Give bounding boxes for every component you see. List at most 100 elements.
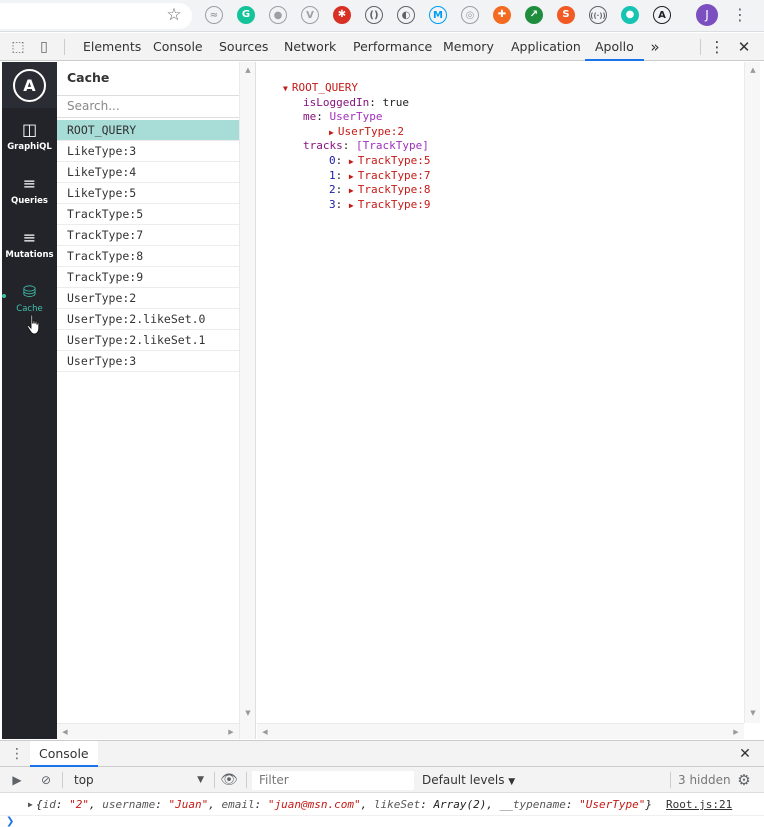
devtools-menu-icon[interactable]: ⋮ [708, 37, 726, 57]
drawer-menu-icon[interactable]: ⋮ [8, 745, 26, 763]
hidden-messages-count: 3 hidden [678, 773, 731, 787]
ext-s-icon[interactable]: S [557, 6, 575, 24]
close-devtools-icon[interactable]: ✕ [735, 37, 753, 57]
clear-console-icon[interactable]: ⊘ [37, 771, 55, 789]
scroll-up-icon[interactable]: ▲ [745, 64, 761, 76]
cache-list-item[interactable]: UserType:2 [57, 288, 239, 309]
cache-vertical-scrollbar[interactable]: ▲ ▼ [239, 62, 255, 739]
toolbar-divider [214, 772, 215, 788]
scroll-down-icon[interactable]: ▼ [240, 707, 256, 719]
ext-radio-icon[interactable]: ((·)) [589, 6, 607, 24]
tree-track-item[interactable]: 2: ▶ TrackType:8 [283, 183, 431, 198]
inspect-element-icon[interactable]: ⬚ [8, 37, 28, 57]
ext-target-icon[interactable]: ◎ [461, 6, 479, 24]
tree-track-item[interactable]: 3: ▶ TrackType:9 [283, 198, 431, 213]
cache-list: ROOT_QUERY LikeType:3 LikeType:4 LikeType:5… [57, 120, 239, 372]
cache-list-item[interactable]: ROOT_QUERY [57, 120, 239, 141]
tab-application[interactable]: Application [511, 33, 581, 61]
tree-track-item[interactable]: 0: ▶ TrackType:5 [283, 154, 431, 169]
scroll-right-icon[interactable]: ▶ [223, 726, 239, 738]
console-prompt-icon[interactable]: ❯ [6, 816, 14, 827]
console-filter-input[interactable]: Filter [252, 771, 414, 790]
ext-lifebuoy-icon[interactable]: ✚ [493, 6, 511, 24]
cache-list-item[interactable]: TrackType:7 [57, 225, 239, 246]
device-toolbar-icon[interactable]: ▯ [34, 37, 54, 57]
close-drawer-icon[interactable]: ✕ [736, 745, 754, 763]
collapsed-triangle-icon[interactable]: ▶ [349, 186, 354, 195]
ext-bubble-icon[interactable]: ● [621, 6, 639, 24]
toolbar-divider [64, 39, 65, 55]
devtools-tab-bar: ⬚ ▯ Elements Console Sources Network Per… [0, 33, 764, 61]
sidebar-toggle-icon[interactable]: ▶ [8, 771, 26, 789]
tab-network[interactable]: Network [284, 33, 336, 61]
tab-sources[interactable]: Sources [219, 33, 268, 61]
tab-elements[interactable]: Elements [83, 33, 141, 61]
ext-moon-icon[interactable]: ◐ [397, 6, 415, 24]
chevron-down-icon: ▼ [508, 777, 516, 787]
nav-queries[interactable]: ≡ Queries [2, 168, 57, 218]
nav-graphiql[interactable]: ◫ GraphiQL [2, 114, 57, 164]
expand-object-icon[interactable]: ▶ [28, 794, 33, 816]
tab-apollo[interactable]: Apollo [585, 33, 644, 61]
ext-wave-icon[interactable]: ≈ [205, 6, 223, 24]
ext-brackets-icon[interactable]: () [365, 6, 383, 24]
tab-performance[interactable]: Performance [353, 33, 432, 61]
tree-track-item[interactable]: 1: ▶ TrackType:7 [283, 169, 431, 184]
scroll-right-icon[interactable]: ▶ [728, 726, 744, 738]
logged-object: {id: "2", username: "Juan", email: "juan… [36, 798, 653, 811]
collapsed-triangle-icon[interactable]: ▶ [349, 157, 354, 166]
nav-mutations[interactable]: ≡ Mutations [2, 222, 57, 272]
scroll-up-icon[interactable]: ▲ [240, 64, 256, 76]
inspector-vertical-scrollbar[interactable]: ▲ ▼ [744, 62, 760, 723]
ext-arrow-icon[interactable]: ↗ [525, 6, 543, 24]
more-tabs-icon[interactable]: » [646, 37, 664, 57]
console-settings-gear-icon[interactable]: ⚙ [735, 771, 753, 789]
log-levels-dropdown[interactable]: Default levels ▼ [422, 771, 515, 789]
bookmark-star-icon[interactable]: ☆ [164, 5, 184, 25]
cache-list-item[interactable]: UserType:2.likeSet.0 [57, 309, 239, 330]
toolbar-divider [700, 39, 701, 55]
mutations-icon: ≡ [22, 228, 37, 247]
expand-triangle-icon[interactable]: ▼ [283, 84, 288, 93]
cache-list-item[interactable]: TrackType:5 [57, 204, 239, 225]
cache-list-item[interactable]: UserType:3 [57, 351, 239, 372]
scroll-left-icon[interactable]: ◀ [57, 726, 73, 738]
ext-circle-icon[interactable]: ● [269, 6, 287, 24]
drawer-tab-console[interactable]: Console [30, 741, 98, 767]
console-log-entry[interactable]: ▶ {id: "2", username: "Juan", email: "ju… [0, 794, 764, 816]
grammarly-icon[interactable]: G [237, 6, 255, 24]
movistar-icon[interactable]: M [429, 6, 447, 24]
tree-ref-me[interactable]: ▶ UserType:2 [283, 125, 431, 140]
eye-icon[interactable]: 👁 [220, 771, 238, 789]
cache-list-item[interactable]: LikeType:4 [57, 162, 239, 183]
nav-mutations-label: Mutations [5, 250, 54, 260]
cache-list-item[interactable]: TrackType:8 [57, 246, 239, 267]
tab-memory[interactable]: Memory [443, 33, 494, 61]
cache-list-item[interactable]: UserType:2.likeSet.1 [57, 330, 239, 351]
collapsed-triangle-icon[interactable]: ▶ [329, 128, 334, 137]
scroll-left-icon[interactable]: ◀ [257, 726, 273, 738]
tab-console[interactable]: Console [153, 33, 203, 61]
cache-list-item[interactable]: LikeType:5 [57, 183, 239, 204]
source-link[interactable]: Root.js:21 [666, 794, 732, 816]
cache-inspector: ▼ ROOT_QUERY isLoggedIn: true me: UserTyp… [257, 62, 762, 739]
cache-horizontal-scrollbar[interactable]: ◀ ▶ [57, 723, 239, 739]
hand-cursor-icon [26, 314, 40, 335]
inspector-horizontal-scrollbar[interactable]: ◀ ▶ [257, 723, 744, 739]
collapsed-triangle-icon[interactable]: ▶ [349, 201, 354, 210]
cache-title: Cache [67, 70, 110, 85]
queries-icon: ≡ [22, 174, 37, 193]
profile-avatar[interactable]: J [696, 4, 718, 26]
apollo-ext-icon[interactable]: A [653, 6, 671, 24]
context-select[interactable]: top ▼ [68, 771, 208, 789]
scroll-down-icon[interactable]: ▼ [745, 707, 761, 719]
cache-search-input[interactable]: Search... [57, 95, 239, 118]
vue-devtools-icon[interactable]: V [301, 6, 319, 24]
ext-bug-icon[interactable]: ✱ [333, 6, 351, 24]
cache-list-item[interactable]: TrackType:9 [57, 267, 239, 288]
browser-menu-icon[interactable]: ⋮ [730, 4, 750, 26]
database-icon: ⛁ [22, 282, 37, 301]
tree-root-row[interactable]: ▼ ROOT_QUERY [283, 81, 431, 96]
cache-list-item[interactable]: LikeType:3 [57, 141, 239, 162]
collapsed-triangle-icon[interactable]: ▶ [349, 172, 354, 181]
